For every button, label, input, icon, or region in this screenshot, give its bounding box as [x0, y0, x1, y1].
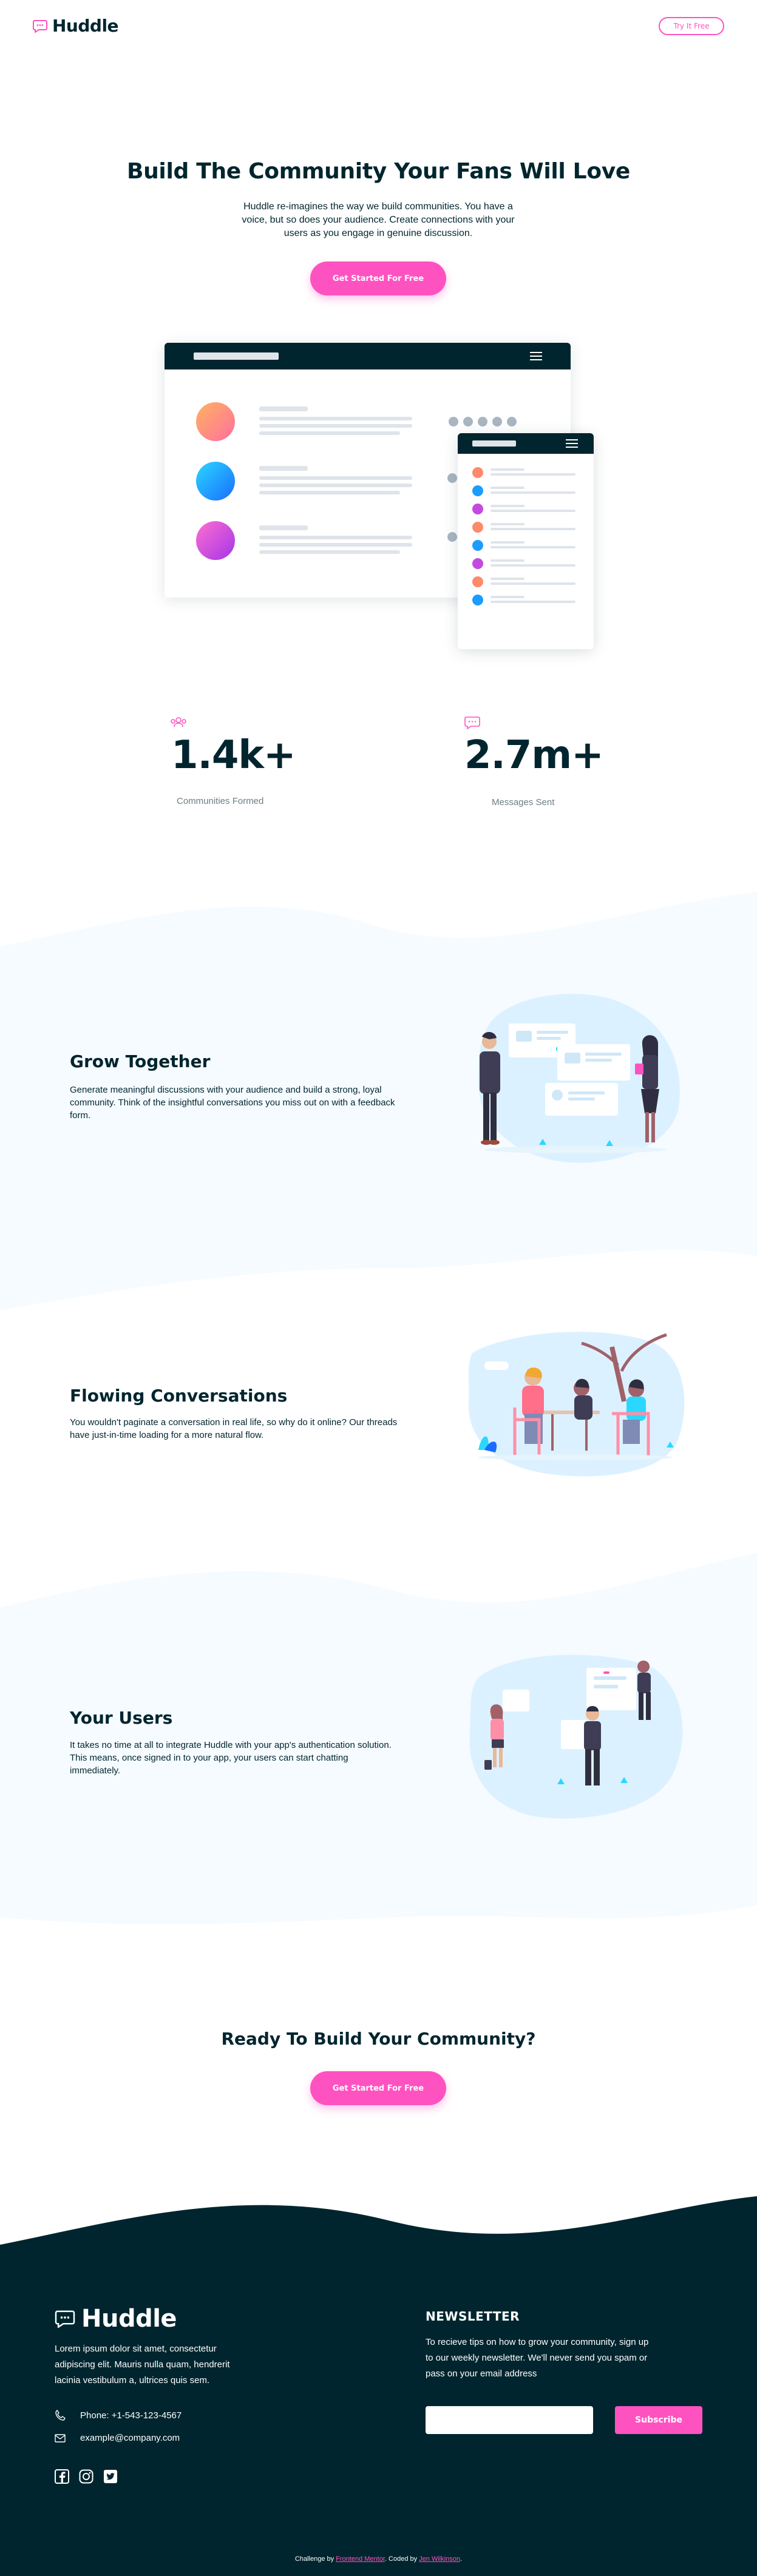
- stat-value-messages: 2.7m+: [464, 733, 604, 778]
- hero-get-started-button[interactable]: Get Started For Free: [310, 261, 446, 295]
- logo-text: Huddle: [52, 16, 119, 36]
- feature-text-flowing: You wouldn't paginate a conversation in …: [70, 1417, 398, 1440]
- frontend-mentor-link[interactable]: Frontend Mentor: [336, 2555, 385, 2563]
- footer-logo[interactable]: Huddle: [55, 2305, 177, 2333]
- footer-phone: Phone: +1-543-123-4567: [55, 2410, 182, 2421]
- messages-icon: [464, 716, 480, 729]
- avatar-dot: [472, 522, 483, 533]
- stat-value-communities: 1.4k+: [171, 733, 296, 778]
- placeholder-line: [491, 601, 575, 603]
- cta-title: Ready To Build Your Community?: [221, 2029, 536, 2049]
- author-link[interactable]: Jen Wilkinson: [419, 2555, 460, 2563]
- cta-get-started-button[interactable]: Get Started For Free: [310, 2071, 446, 2105]
- stat-label-messages: Messages Sent: [492, 797, 555, 808]
- placeholder-line: [491, 523, 524, 525]
- avatar-dot: [472, 595, 483, 605]
- placeholder-line: [491, 564, 575, 567]
- subscribe-button[interactable]: Subscribe: [615, 2406, 702, 2434]
- facebook-icon[interactable]: [55, 2469, 69, 2484]
- placeholder-line: [491, 528, 575, 530]
- placeholder-line: [491, 541, 524, 544]
- instagram-icon[interactable]: [79, 2469, 93, 2484]
- flowing-conversations-illustration: [468, 1332, 685, 1477]
- grow-together-illustration: [478, 994, 680, 1163]
- attribution-prefix: Challenge by: [294, 2555, 334, 2563]
- avatar-dot: [472, 540, 483, 551]
- avatar-dot: [472, 558, 483, 569]
- footer-email: example@company.com: [55, 2433, 180, 2443]
- chat-bubble-icon: [55, 2310, 75, 2328]
- footer-logo-text: Huddle: [81, 2305, 177, 2333]
- attribution: Challenge by Frontend Mentor. Coded by J…: [0, 2555, 757, 2563]
- placeholder-line: [491, 578, 524, 580]
- placeholder-line: [491, 468, 524, 471]
- newsletter-title: NEWSLETTER: [426, 2309, 520, 2324]
- twitter-icon[interactable]: [103, 2469, 118, 2484]
- try-free-button[interactable]: Try It Free: [659, 17, 724, 35]
- placeholder-line: [491, 505, 524, 507]
- stat-label-communities: Communities Formed: [177, 796, 264, 806]
- hero-title: Build The Community Your Fans Will Love: [126, 159, 631, 184]
- placeholder-line: [491, 487, 524, 489]
- footer-about-text: Lorem ipsum dolor sit amet, consectetur …: [55, 2344, 230, 2385]
- feature-title-flowing: Flowing Conversations: [70, 1386, 288, 1406]
- avatar-dot: [472, 467, 483, 478]
- mobile-window-mockup: [458, 433, 594, 649]
- footer-email-text[interactable]: example@company.com: [80, 2433, 180, 2443]
- avatar-dot: [472, 576, 483, 587]
- placeholder-line: [491, 473, 575, 476]
- placeholder-line: [491, 510, 575, 512]
- feature-text-users: It takes no time at all to integrate Hud…: [70, 1740, 392, 1776]
- placeholder-line: [491, 559, 524, 562]
- feature-title-users: Your Users: [70, 1708, 173, 1728]
- header-logo[interactable]: Huddle: [33, 16, 119, 36]
- email-icon: [55, 2433, 66, 2443]
- newsletter-email-input[interactable]: [426, 2406, 593, 2434]
- phone-icon: [55, 2410, 66, 2421]
- your-users-illustration: [469, 1654, 683, 1819]
- avatar-dot: [472, 504, 483, 514]
- feature-text-grow: Generate meaningful discussions with you…: [70, 1085, 395, 1121]
- placeholder-line: [491, 582, 575, 585]
- placeholder-line: [491, 546, 575, 548]
- footer-phone-text: Phone: +1-543-123-4567: [80, 2410, 182, 2421]
- attribution-end: .: [460, 2555, 463, 2563]
- chat-bubble-icon: [33, 19, 47, 33]
- newsletter-text: To recieve tips on how to grow your comm…: [426, 2337, 649, 2379]
- hero-text: Huddle re-imagines the way we build comm…: [242, 201, 515, 238]
- feature-title-grow: Grow Together: [70, 1051, 211, 1071]
- placeholder-line: [491, 596, 524, 598]
- avatar-dot: [472, 485, 483, 496]
- communities-icon: [171, 717, 186, 727]
- placeholder-line: [491, 491, 575, 494]
- attribution-mid: . Coded by: [384, 2555, 418, 2563]
